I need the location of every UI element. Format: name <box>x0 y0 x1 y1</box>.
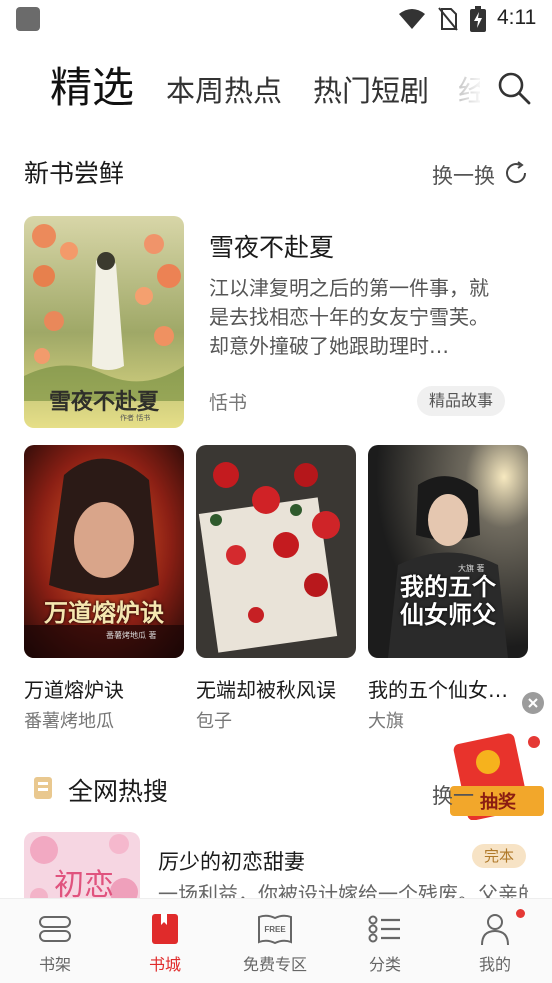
top-tab-bar: 精选 本周热点 热门短剧 经 <box>0 48 552 118</box>
book-card[interactable]: 万道熔炉诀 番薯烤地瓜 著 万道熔炉诀 番薯烤地瓜 <box>24 445 184 733</box>
book-cover[interactable]: 我的五个 仙女师父 大旗 著 <box>368 445 528 658</box>
featured-cover-title: 雪夜不赴夏 <box>48 389 159 415</box>
status-badge: 完本 <box>472 844 526 868</box>
featured-book-description: 江以津复明之后的第一件事，就是去找相恋十年的女友宁雪芙。却意外撞破了她跟助理时… <box>209 276 489 358</box>
nav-item-bookstore[interactable]: 书城 <box>110 899 220 983</box>
no-sim-icon <box>438 7 458 31</box>
nav-label: 分类 <box>368 955 401 974</box>
nav-item-profile[interactable]: 我的 <box>440 899 550 983</box>
book-cover-title-line2: 仙女师父 <box>400 601 496 629</box>
hot-book-title[interactable]: 厉少的初恋甜妻 <box>158 846 305 876</box>
search-icon[interactable] <box>496 70 532 106</box>
hot-search-icon <box>34 777 52 799</box>
bookstore-icon <box>152 914 178 944</box>
featured-book-tag: 精品故事 <box>417 386 506 416</box>
status-bar: 4:11 <box>0 0 552 40</box>
book-cover[interactable]: 万道熔炉诀 番薯烤地瓜 著 <box>24 445 184 658</box>
hot-book-description: 一场利益，你被设计嫁给一个残废。父亲的怀 <box>158 882 528 898</box>
hot-search-title: 全网热搜 <box>68 777 169 806</box>
book-cover-title-line1: 我的五个 <box>400 573 496 601</box>
nav-label: 我的 <box>478 955 511 974</box>
book-title: 我的五个仙女… <box>368 678 508 702</box>
nav-label: 书架 <box>38 955 71 974</box>
featured-book-title[interactable]: 雪夜不赴夏 <box>209 228 334 264</box>
app-notification-icon <box>16 7 40 31</box>
book-cover-author: 番薯烤地瓜 著 <box>106 631 157 640</box>
nav-item-free-zone[interactable]: FREE 免费专区 <box>220 899 330 983</box>
nav-label: 免费专区 <box>242 955 307 974</box>
nav-label: 书城 <box>148 955 181 974</box>
book-card[interactable]: 我的五个 仙女师父 大旗 著 我的五个仙女… 大旗 <box>368 445 528 733</box>
refresh-icon[interactable] <box>503 160 529 186</box>
bookshelf-icon <box>39 916 71 942</box>
close-float-button[interactable] <box>522 692 544 714</box>
book-author: 包子 <box>196 711 232 732</box>
featured-cover-author: 作者 恬书 <box>120 414 151 422</box>
category-icon <box>368 915 400 943</box>
bottom-nav: 书架 书城 FREE 免费专区 分类 我的 <box>0 898 552 983</box>
tab-hot-short-drama[interactable]: 热门短剧 <box>313 68 429 110</box>
book-cover-title: 万道熔炉诀 <box>44 599 164 627</box>
hot-search-refresh-button[interactable]: 换一 <box>432 780 474 810</box>
notification-dot <box>516 909 525 918</box>
close-icon <box>528 698 538 708</box>
book-title: 万道熔炉诀 <box>24 678 124 702</box>
wifi-icon <box>399 9 425 29</box>
svg-text:FREE: FREE <box>264 925 286 934</box>
new-books-title: 新书尝鲜 <box>24 159 125 188</box>
tab-weekly-hot[interactable]: 本周热点 <box>166 68 282 110</box>
book-author: 番薯烤地瓜 <box>24 711 114 732</box>
battery-charging-icon <box>470 6 486 32</box>
book-cover-author: 大旗 著 <box>458 564 485 573</box>
book-card[interactable]: 无端却被秋风误 包子 <box>196 445 356 733</box>
new-books-refresh-button[interactable]: 换一换 <box>432 160 495 190</box>
book-cover[interactable] <box>196 445 356 658</box>
profile-icon <box>481 914 509 946</box>
status-time: 4:11 <box>497 6 537 29</box>
tab-featured[interactable]: 精选 <box>50 54 134 115</box>
nav-item-category[interactable]: 分类 <box>330 899 440 983</box>
featured-book-author: 恬书 <box>209 392 248 414</box>
nav-item-bookshelf[interactable]: 书架 <box>0 899 110 983</box>
book-title: 无端却被秋风误 <box>196 678 336 702</box>
featured-book-cover[interactable]: 雪夜不赴夏 作者 恬书 <box>24 216 184 428</box>
free-book-icon: FREE <box>258 914 292 945</box>
